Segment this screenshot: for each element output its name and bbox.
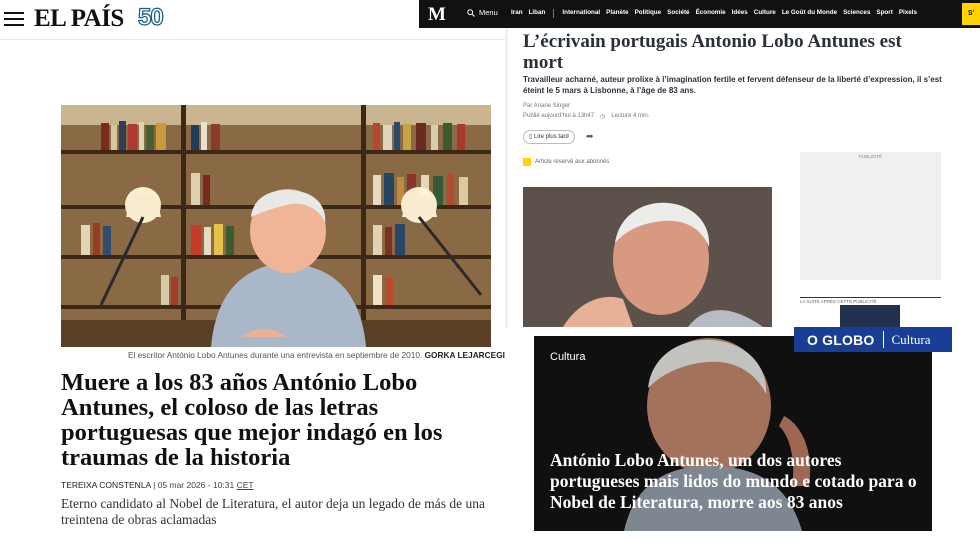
elpais-logo[interactable]: EL PAÍS <box>34 5 124 33</box>
ad-image <box>840 305 900 327</box>
lemonde-logo[interactable]: M <box>428 4 446 26</box>
lemonde-meta: Publié aujourd’hui à 13h47 ◷ Lecture 4 m… <box>523 113 649 120</box>
elpais-article-photo <box>61 105 491 347</box>
menu-button[interactable]: Menu <box>467 8 498 17</box>
nav-item-economie[interactable]: Économie <box>696 9 726 18</box>
nav-item-gout-du-monde[interactable]: Le Goût du Monde <box>782 9 837 18</box>
oglobo-section[interactable]: Cultura <box>892 332 931 348</box>
nav-item-societe[interactable]: Société <box>667 9 689 18</box>
elpais-anniversary-logo: 50 <box>137 3 164 31</box>
lemonde-navbar: M Menu Iran Liban International Planète … <box>419 0 980 28</box>
ad-label-2: LA SUITE APRÈS CETTE PUBLICITÉ <box>800 297 941 304</box>
clock-icon: ◷ <box>600 114 606 120</box>
nav-item-sport[interactable]: Sport <box>876 9 892 18</box>
byline-author[interactable]: Tereixa Constenla <box>61 480 151 490</box>
oglobo-headline[interactable]: António Lobo Antunes, um dos autores por… <box>550 450 920 513</box>
bookmark-icon: ▯ <box>529 134 533 140</box>
byline-date: | 05 mar 2026 - 10:31 <box>150 480 237 490</box>
advertisement-slot-2[interactable]: LA SUITE APRÈS CETTE PUBLICITÉ <box>800 297 941 327</box>
card-section-label[interactable]: Cultura <box>550 351 585 363</box>
reading-time: Lecture 4 min. <box>611 113 650 119</box>
lemonde-title: L’écrivain portugais Antonio Lobo Antune… <box>523 31 902 73</box>
subscriber-badge-icon <box>523 158 531 166</box>
nav-item-pixels[interactable]: Pixels <box>899 9 917 18</box>
advertisement-slot[interactable]: PUBLICITÉ <box>800 152 941 280</box>
elpais-headline: Muere a los 83 años António Lobo Antunes… <box>61 369 443 471</box>
ad-label: PUBLICITÉ <box>858 154 883 159</box>
lemonde-author[interactable]: Par Ariane Singer <box>523 103 570 109</box>
subscriber-notice: Article réservé aux abonnés <box>523 158 609 166</box>
subscribe-button[interactable]: S' <box>962 3 980 25</box>
search-icon <box>467 8 475 17</box>
oglobo-logo[interactable]: O GLOBO <box>794 332 875 348</box>
menu-label: Menu <box>479 8 498 17</box>
nav-item-sciences[interactable]: Sciences <box>843 9 870 18</box>
read-later-label: Lire plus tard <box>533 134 569 140</box>
nav-separator <box>553 9 555 18</box>
elpais-subtitle: Eterno candidato al Nobel de Literatura,… <box>61 496 485 527</box>
nav-item-planete[interactable]: Planète <box>606 9 628 18</box>
photo-credit: GORKA LEJARCEGI <box>424 350 505 360</box>
nav-item-idees[interactable]: Idées <box>732 9 748 18</box>
nav-item-liban[interactable]: Liban <box>529 9 546 18</box>
oglobo-brand-badge: O GLOBO Cultura <box>794 327 952 352</box>
nav-item-international[interactable]: International <box>562 9 600 18</box>
read-later-button[interactable]: ▯ Lire plus tard <box>523 130 575 144</box>
elpais-byline: Tereixa Constenla | 05 mar 2026 - 10:31 … <box>61 480 254 490</box>
nav-item-iran[interactable]: Iran <box>511 9 523 18</box>
nav-item-culture[interactable]: Culture <box>754 9 776 18</box>
lemonde-divider <box>505 28 508 328</box>
lemonde-lede: Travailleur acharné, auteur prolixe à l’… <box>523 75 942 95</box>
photo-caption: El escritor António Lobo Antunes durante… <box>128 350 505 360</box>
oglobo-article-card[interactable]: Cultura António Lobo Antunes, um dos aut… <box>534 336 932 531</box>
published-date: Publié aujourd’hui à 13h47 <box>523 113 595 119</box>
hamburger-menu-icon[interactable] <box>4 12 24 26</box>
lemonde-nav-items: Iran Liban International Planète Politiq… <box>511 9 917 18</box>
nav-item-politique[interactable]: Politique <box>635 9 662 18</box>
subscriber-note: Article réservé aux abonnés <box>535 159 610 165</box>
byline-timezone[interactable]: CET <box>237 480 254 490</box>
share-icon[interactable]: ➦ <box>586 131 594 142</box>
badge-divider <box>882 331 884 348</box>
caption-text: El escritor António Lobo Antunes durante… <box>128 350 425 360</box>
lemonde-article-photo <box>523 187 772 327</box>
